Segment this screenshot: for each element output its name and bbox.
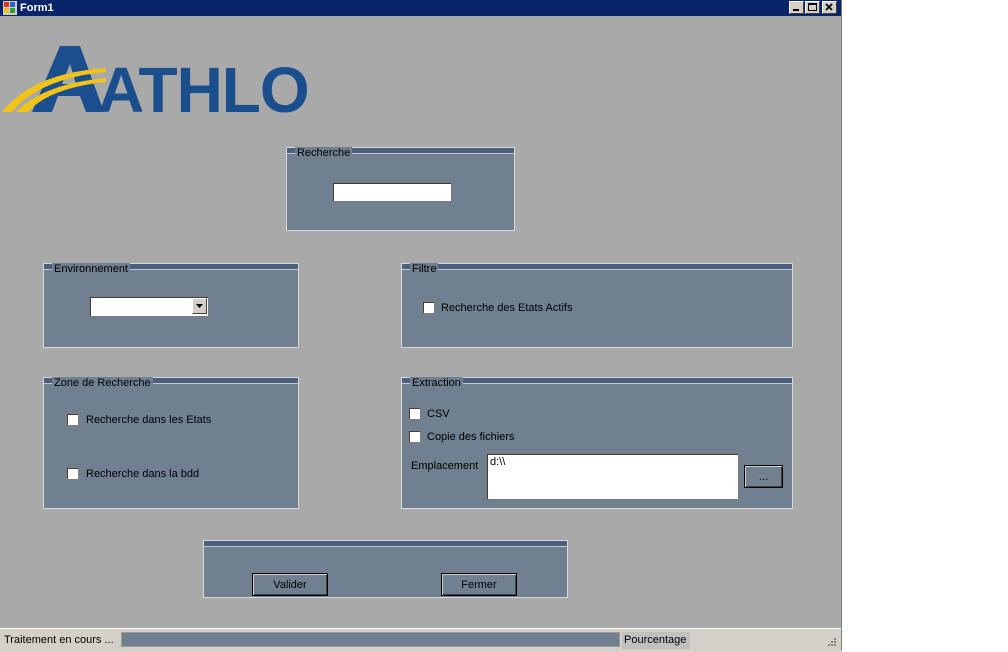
emplacement-label: Emplacement — [411, 460, 479, 472]
etats-label[interactable]: Recherche dans les Etats — [86, 413, 211, 427]
app-icon — [3, 1, 17, 15]
actions-group: Valider Fermer — [203, 540, 568, 598]
zone-legend: Zone de Recherche — [52, 377, 153, 390]
environnement-select[interactable] — [89, 296, 209, 317]
extraction-legend: Extraction — [410, 377, 463, 390]
status-bar: Traitement en cours ... Pourcentage — [0, 628, 841, 652]
close-button[interactable] — [822, 1, 837, 14]
resize-grip-icon[interactable] — [825, 637, 837, 649]
browse-button[interactable]: ... — [744, 465, 783, 488]
environnement-legend: Environnement — [52, 263, 130, 276]
csv-checkbox[interactable] — [408, 407, 421, 420]
bdd-checkbox[interactable] — [66, 467, 79, 480]
progress-bar — [121, 632, 620, 647]
zone-recherche-group: Zone de Recherche Recherche dans les Eta… — [43, 377, 299, 509]
chevron-down-icon[interactable] — [192, 298, 207, 314]
filtre-group: Filtre Recherche des Etats Actifs — [401, 263, 793, 348]
copie-label[interactable]: Copie des fichiers — [427, 430, 514, 444]
maximize-button[interactable] — [805, 1, 820, 14]
environnement-group: Environnement — [43, 263, 299, 348]
title-bar[interactable]: Form1 — [0, 0, 841, 16]
etats-checkbox[interactable] — [66, 413, 79, 426]
copie-checkbox[interactable] — [408, 430, 421, 443]
valider-button[interactable]: Valider — [252, 573, 328, 596]
recherche-legend: Recherche — [295, 147, 353, 160]
etats-actifs-label[interactable]: Recherche des Etats Actifs — [441, 301, 572, 315]
fermer-button[interactable]: Fermer — [441, 573, 517, 596]
minimize-button[interactable] — [789, 1, 804, 14]
bdd-label[interactable]: Recherche dans la bdd — [86, 467, 199, 481]
etats-actifs-checkbox[interactable] — [422, 301, 435, 314]
recherche-group: Recherche — [286, 147, 515, 231]
athlon-logo: ATHLON — [2, 42, 355, 126]
group-header-line — [402, 264, 792, 270]
group-header-line — [204, 541, 567, 547]
main-window: Form1 ATHLON Recherche Environn — [0, 0, 842, 652]
logo-text: ATHLON — [98, 54, 308, 116]
status-text: Traitement en cours ... — [2, 632, 118, 649]
extraction-group: Extraction CSV Copie des fichiers Emplac… — [401, 377, 793, 509]
filtre-legend: Filtre — [410, 263, 439, 276]
window-title: Form1 — [20, 2, 54, 14]
recherche-input[interactable] — [332, 182, 452, 202]
pourcentage-label: Pourcentage — [622, 632, 690, 649]
csv-label[interactable]: CSV — [427, 407, 450, 421]
emplacement-input[interactable]: d:\\ — [486, 453, 739, 500]
